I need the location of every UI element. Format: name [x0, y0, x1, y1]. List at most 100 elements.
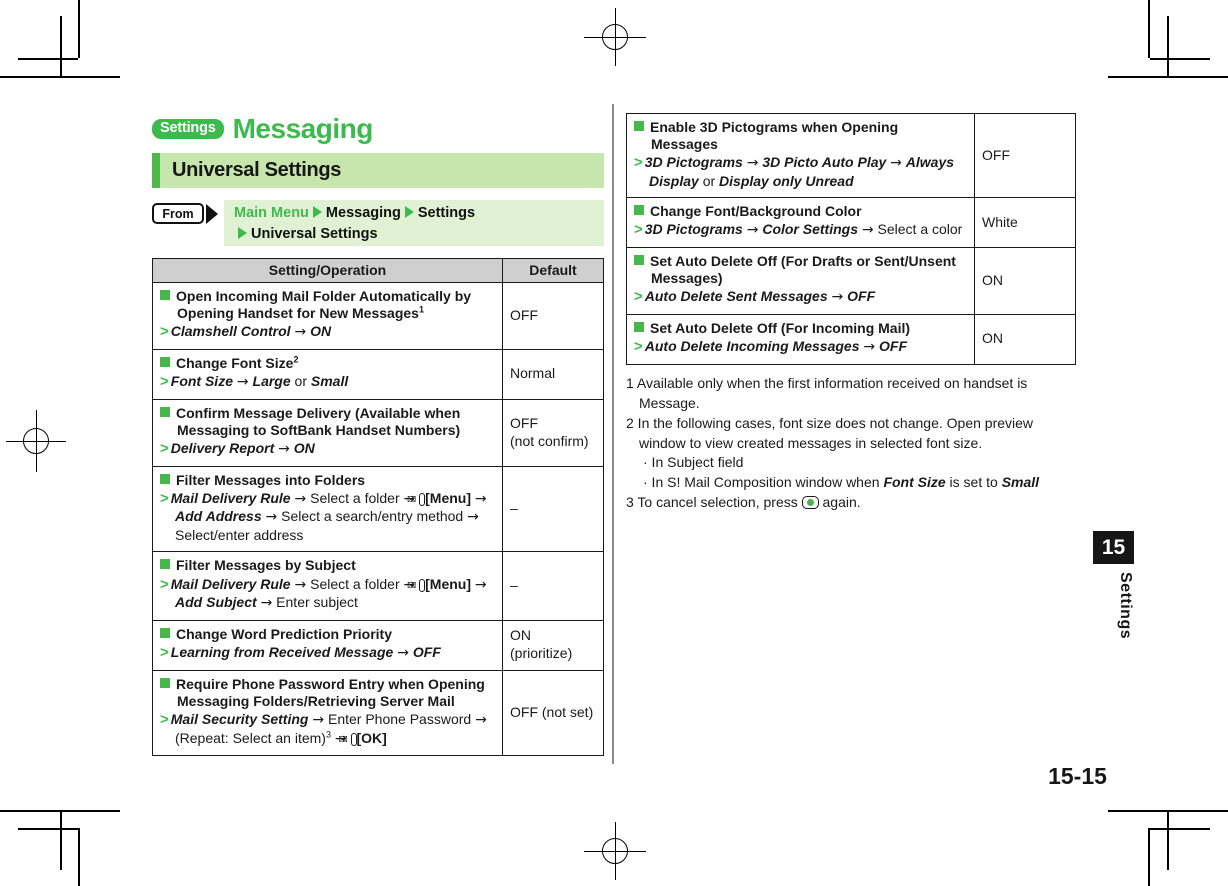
green-square-bullet-icon [160, 627, 170, 638]
setting-operation-cell: Confirm Message Delivery (Available when… [152, 398, 503, 467]
default-value-line: ON [982, 330, 1003, 347]
default-value-line: ON [982, 272, 1003, 289]
green-square-bullet-icon [160, 473, 170, 484]
footnotes: 1 Available only when the first informat… [626, 374, 1076, 513]
setting-operation-steps: > Clamshell Control → ON [160, 323, 332, 341]
registration-mark-bottom [584, 822, 646, 880]
default-value-line: – [510, 499, 518, 516]
table-row: Open Incoming Mail Folder Automatically … [152, 282, 604, 350]
page-title: Messaging [232, 113, 374, 144]
section-heading-label: Universal Settings [172, 159, 342, 181]
table-row: Confirm Message Delivery (Available when… [152, 398, 604, 467]
setting-operation-steps: > Mail Delivery Rule → Select a folder → … [160, 489, 487, 543]
green-square-bullet-icon [634, 255, 644, 266]
breadcrumb-from-box: From [152, 203, 204, 224]
registration-mark-top [584, 8, 646, 66]
setting-operation-steps: > Learning from Received Message → OFF [160, 643, 441, 661]
chevron-right-icon [238, 227, 247, 240]
green-square-bullet-icon [160, 356, 170, 367]
column-divider [612, 104, 614, 764]
table-row: Set Auto Delete Off (For Incoming Mail) >… [626, 314, 1076, 365]
default-value-line: Normal [510, 365, 556, 382]
breadcrumb-part-1: Main Menu [234, 205, 309, 221]
table-row: Change Font/Background Color >3D Pictogra… [626, 197, 1076, 249]
setting-heading: Set Auto Delete Off (For Drafts or Sent/… [634, 253, 967, 287]
green-square-bullet-icon [160, 290, 170, 300]
left-column: Settings Messaging Universal Settings Fr… [152, 113, 604, 757]
default-value-cell: OFF [502, 282, 604, 350]
column-header-operation: Setting/Operation [152, 258, 503, 283]
section-accent-bar [152, 153, 160, 188]
setting-heading: Set Auto Delete Off (For Incoming Mail) [634, 320, 967, 337]
setting-operation-cell: Filter Messages by Subject > Mail Delivery… [152, 551, 503, 621]
setting-operation-steps: > Auto Delete Incoming Messages → OFF [634, 338, 907, 356]
setting-operation-steps: > Mail Delivery Rule → Select a folder → … [160, 575, 487, 612]
default-value-line: – [510, 577, 518, 594]
green-square-bullet-icon [160, 677, 170, 688]
default-value-cell: OFF [974, 112, 1076, 199]
table-row: Change Word Prediction Priority > Learning… [152, 619, 604, 671]
default-value-cell: ON [974, 247, 1076, 316]
chapter-label: Settings [1117, 572, 1134, 640]
footnote: 2 In the following cases, font size does… [626, 414, 1034, 451]
green-square-bullet-icon [160, 559, 170, 570]
setting-heading: Confirm Message Delivery (Available when… [160, 405, 495, 439]
setting-operation-steps: > Font Size → Large or Small [160, 372, 349, 390]
section-heading: Universal Settings [152, 153, 604, 188]
default-value-line: OFF [510, 306, 538, 323]
green-square-bullet-icon [634, 322, 644, 333]
setting-operation-cell: Set Auto Delete Off (For Drafts or Sent/… [626, 247, 975, 316]
chevron-right-icon [312, 206, 322, 218]
default-value-cell: OFF (not confirm) [502, 398, 604, 467]
setting-operation-cell: Set Auto Delete Off (For Incoming Mail) >… [626, 314, 975, 365]
settings-badge: Settings [152, 118, 224, 140]
setting-operation-cell: Change Font Size2 > Font Size → Large or S… [152, 348, 503, 400]
breadcrumb-arrow-icon [206, 204, 218, 224]
breadcrumb: From Main Menu Messaging Settings Universal… [152, 200, 604, 246]
footnote: · In Subject field [643, 454, 744, 471]
table-row: Require Phone Password Entry when Openin… [152, 669, 604, 757]
green-square-bullet-icon [634, 121, 644, 131]
setting-heading: Change Font/Background Color [634, 203, 967, 220]
chevron-right-icon [404, 206, 414, 218]
registration-mark-left [6, 410, 66, 472]
green-square-bullet-icon [634, 205, 644, 216]
setting-operation-cell: Open Incoming Mail Folder Automatically … [152, 282, 503, 350]
setting-heading: Filter Messages into Folders [160, 472, 495, 489]
page-number: 15-15 [1048, 763, 1107, 789]
default-value-line: OFF [982, 146, 1010, 163]
chapter-number-tab: 15 [1093, 531, 1134, 564]
default-value-line: OFF (not set) [510, 703, 594, 720]
setting-heading: Filter Messages by Subject [160, 557, 495, 574]
setting-operation-steps: > Mail Security Setting → Enter Phone Pas… [160, 710, 487, 747]
default-value-line: OFF [510, 414, 538, 431]
setting-operation-cell: Require Phone Password Entry when Openin… [152, 669, 503, 757]
setting-operation-steps: >3D Pictograms → Color Settings → Select… [634, 221, 963, 239]
default-value-cell: ON [974, 314, 1076, 365]
setting-heading: Require Phone Password Entry when Openin… [160, 676, 495, 710]
table-body-right: Enable 3D Pictograms when Opening Messag… [626, 112, 1076, 365]
setting-operation-cell: Change Word Prediction Priority > Learning… [152, 619, 503, 671]
table-row: Enable 3D Pictograms when Opening Messag… [626, 112, 1076, 199]
table-row: Filter Messages by Subject > Mail Delivery… [152, 551, 604, 621]
table-body-left: Open Incoming Mail Folder Automatically … [152, 282, 604, 757]
setting-heading: Change Word Prediction Priority [160, 626, 495, 643]
setting-heading: Change Font Size2 [160, 355, 495, 372]
table-row: Change Font Size2 > Font Size → Large or S… [152, 348, 604, 400]
breadcrumb-part-3: Settings [417, 205, 476, 221]
default-value-line: (not confirm) [510, 432, 589, 449]
page-title-row: Settings Messaging [152, 113, 604, 145]
right-column: Enable 3D Pictograms when Opening Messag… [626, 112, 1076, 513]
setting-operation-cell: Enable 3D Pictograms when Opening Messag… [626, 112, 975, 199]
green-square-bullet-icon [160, 406, 170, 417]
default-value-line: White [982, 213, 1018, 230]
default-value-cell: OFF (not set) [502, 669, 604, 757]
breadcrumb-path: Main Menu Messaging Settings Universal Sett… [224, 200, 604, 246]
settings-table-left: Setting/Operation Default Open Incoming … [152, 258, 604, 757]
breadcrumb-part-4: Universal Settings [251, 226, 378, 243]
footnote: 3 To cancel selection, press again. [626, 494, 861, 511]
setting-heading: Enable 3D Pictograms when Opening Messag… [634, 119, 967, 153]
setting-operation-cell: Change Font/Background Color >3D Pictogra… [626, 197, 975, 249]
breadcrumb-part-2: Messaging [325, 205, 401, 221]
default-value-cell: ON (prioritize) [502, 619, 604, 671]
